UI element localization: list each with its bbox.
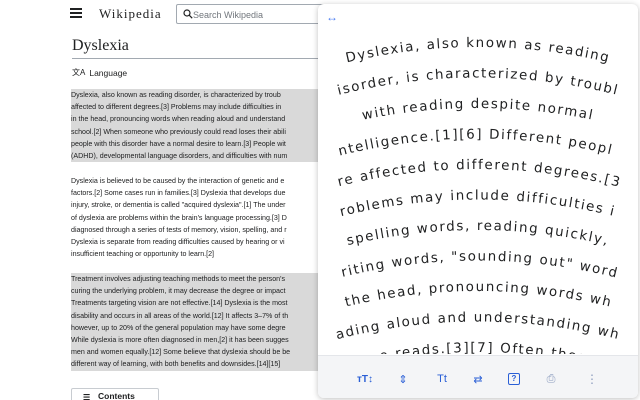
article-line: Treatments targeting vision are not effe… — [71, 297, 326, 310]
font-size-button[interactable]: ᴛT↕ — [352, 369, 378, 389]
contents-label: Contents — [98, 391, 135, 400]
line-spacing-button[interactable]: ⇕ — [393, 369, 413, 389]
language-icon: 文A — [72, 68, 86, 77]
article-line: disability and occurs in all areas of th… — [71, 309, 326, 322]
article-line: factors.[2] Some cases run in families.[… — [71, 189, 286, 198]
article-paragraph-causes: Dyslexia is believed to be caused by the… — [71, 175, 326, 260]
article-line: While dyslexia is more often diagnosed i… — [71, 333, 326, 347]
page-title: Dyslexia — [72, 37, 129, 54]
search-input[interactable] — [193, 8, 333, 22]
article-paragraph-treatment: Treatment involves adjusting teaching me… — [71, 273, 326, 371]
article-line: in the head, pronouncing words when read… — [71, 113, 326, 126]
article-line: of dyslexia are problems within the brai… — [71, 213, 287, 222]
article-line: school.[2] When someone who previously c… — [71, 125, 326, 138]
contents-button[interactable]: ☰ Contents — [71, 388, 159, 400]
article-line: (ADHD), developmental language disorders… — [71, 149, 326, 163]
article-line: people with this disorder have a normal … — [71, 137, 326, 150]
article-paragraph-intro: Dyslexia, also known as reading disorder… — [71, 89, 326, 163]
article-line: Dyslexia is separate from reading diffic… — [71, 237, 285, 246]
contents-list-icon: ☰ — [83, 393, 91, 400]
article-line: insufficient teaching or opportunity to … — [71, 250, 215, 259]
reader-panel: ↔ Dyslexia, also known as readingdisorde… — [318, 4, 638, 398]
language-button[interactable]: 文A Language — [72, 67, 127, 78]
article-line: Treatment involves adjusting teaching me… — [71, 273, 326, 286]
print-button[interactable]: ⎙ — [541, 369, 561, 389]
curve-toggle-button[interactable]: ⇄ — [468, 369, 488, 389]
language-label: Language — [89, 67, 128, 78]
article-line: different way of learning, with both ben… — [71, 358, 326, 371]
curved-text-line: one reads.[3][7] Often these — [359, 341, 598, 354]
article-line: curing the underlying problem, it may de… — [71, 285, 326, 298]
article-line: men and women equally.[12] Some believe … — [71, 346, 326, 359]
article-line: diagnosed through a series of tests of m… — [71, 225, 287, 234]
help-button[interactable]: ? — [504, 369, 524, 389]
curved-text-line: Dyslexia, also known as reading — [344, 36, 611, 66]
wikipedia-logo[interactable]: Wikipedia — [99, 6, 162, 22]
reader-toolbar: ᴛT↕ ⇕ Tt ⇄ ? ⎙ ⋮ — [318, 355, 638, 398]
article-line: however, up to 20% of the general popula… — [71, 321, 326, 334]
article-line: affected to different degrees.[3] Proble… — [71, 101, 326, 114]
article-line: Dyslexia is believed to be caused by the… — [71, 177, 285, 185]
search-box[interactable] — [176, 4, 336, 24]
text-case-button[interactable]: Tt — [429, 369, 455, 389]
search-icon — [183, 9, 193, 19]
hamburger-menu-icon[interactable] — [70, 8, 82, 18]
article-line: Dyslexia, also known as reading disorder… — [71, 89, 326, 102]
curved-text-line: with reading despite normal — [361, 97, 595, 124]
help-icon: ? — [508, 373, 520, 385]
curved-text-view: Dyslexia, also known as readingdisorder,… — [318, 4, 621, 354]
article-line: injury, stroke, or dementia is called "a… — [71, 201, 286, 210]
curved-text-line: spelling words, reading quickly, — [345, 219, 610, 249]
more-options-button[interactable]: ⋮ — [582, 369, 602, 389]
